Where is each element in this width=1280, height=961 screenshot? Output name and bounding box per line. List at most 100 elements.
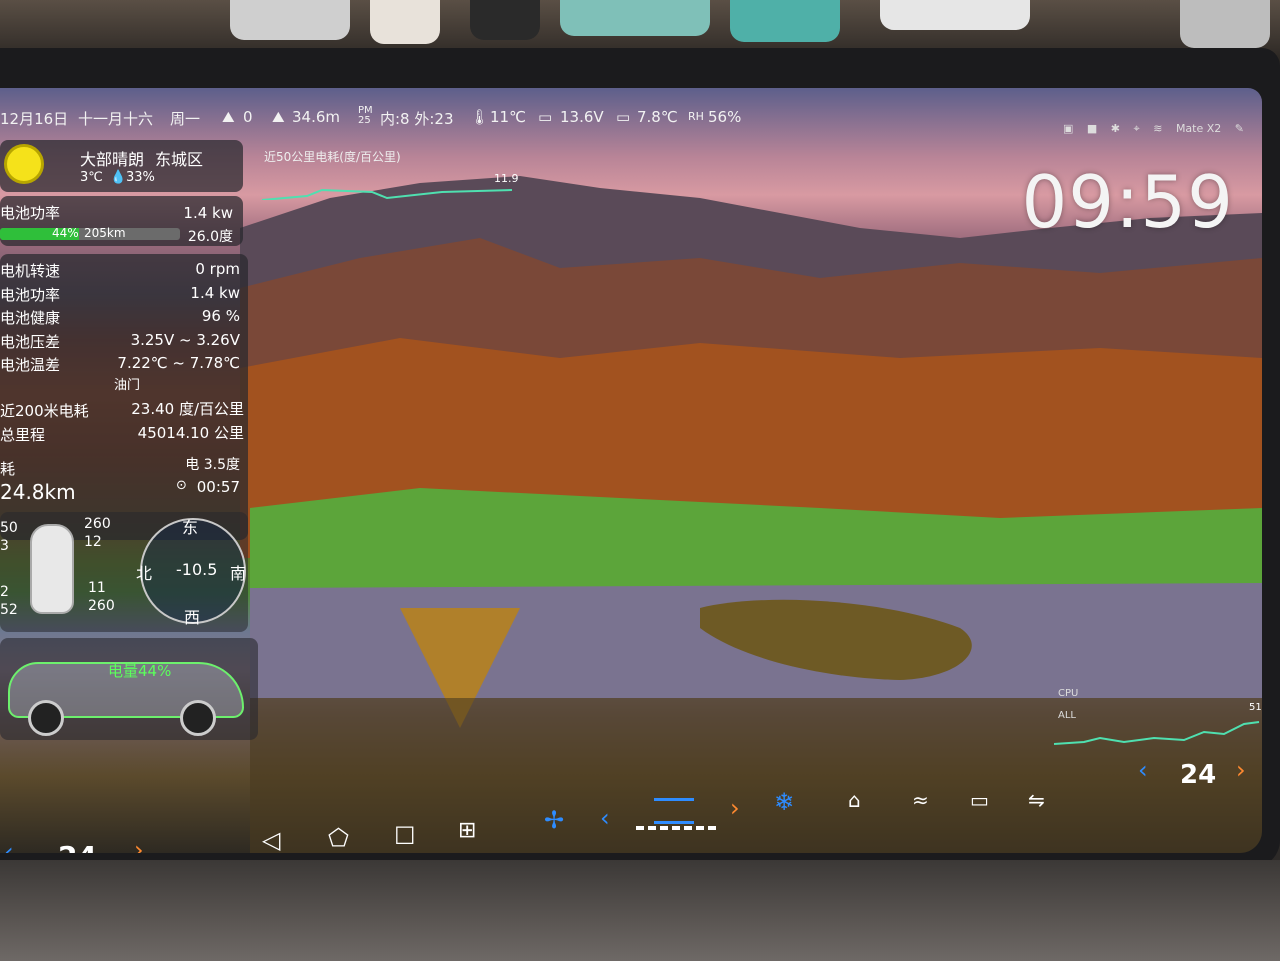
energy-chart-line	[262, 188, 513, 200]
home-icon[interactable]: ⬠	[328, 824, 349, 852]
apps-grid-icon[interactable]: ⊞	[458, 818, 476, 843]
left-temp-up-button[interactable]: ›	[134, 836, 144, 853]
infotainment-screen: 12月16日 十一月十六 周一 ⛰ 0 ⛰ 34.6m PM 25 内:8 外:2…	[0, 88, 1262, 853]
stat-value: 96 %	[201, 307, 240, 325]
bluetooth-icon[interactable]: ✱	[1111, 122, 1120, 135]
tire-value: 52	[0, 602, 18, 618]
stat-label: 电池温差	[0, 356, 61, 374]
air-circulation-icon[interactable]: ⇋	[1028, 788, 1045, 812]
trip-label: 耗	[0, 460, 16, 478]
rear-defog-icon[interactable]: ▭	[970, 788, 989, 812]
consumption-value: 23.40 度/百公里	[131, 400, 244, 418]
tire-value: 12	[84, 534, 102, 550]
fan-speed-bar	[636, 826, 716, 830]
right-temp-up-button[interactable]: ›	[1236, 756, 1246, 784]
dashboard-trim	[0, 860, 1280, 961]
fan-speed-down-button[interactable]: ‹	[600, 804, 610, 832]
battery-icon: ▭	[538, 108, 553, 126]
battery-card-power: 1.4 kw	[183, 204, 233, 222]
weather-condition: 大部晴朗	[80, 150, 145, 169]
edit-icon[interactable]: ✎	[1235, 122, 1244, 135]
droplet-icon: 💧	[110, 170, 127, 185]
wifi-icon[interactable]: ≋	[1153, 122, 1162, 135]
right-temp-value: 24	[1180, 760, 1217, 790]
altitude-text: 34.6m	[292, 108, 341, 126]
consumption-label: 总里程	[0, 426, 46, 444]
phone-name: Mate X2	[1175, 122, 1222, 135]
battery-range: 205km	[84, 226, 126, 240]
screen-record-icon[interactable]: ▣	[1063, 122, 1073, 135]
trip-duration: 00:57	[196, 478, 240, 496]
car-charge-card[interactable]: 电量44%	[0, 638, 258, 740]
toy-car	[730, 0, 840, 42]
humidity-text: 56%	[708, 108, 742, 126]
tire-value: 2	[0, 584, 9, 600]
tire-compass-panel: 50 3 260 12 2 52 11 260 东 南 西 北 -10.5	[0, 512, 248, 632]
phone-holder	[880, 0, 1030, 30]
stat-value: 7.22℃ ~ 7.78℃	[117, 354, 240, 372]
tire-value: 3	[0, 538, 9, 554]
toy-figure	[370, 0, 440, 44]
pm25-text: 内:8 外:23	[380, 110, 454, 128]
compass-heading: -10.5	[176, 560, 218, 579]
status-bar: 12月16日 十一月十六 周一 ⛰ 0 ⛰ 34.6m PM 25 内:8 外:2…	[0, 104, 1262, 136]
battery-card[interactable]: 电池功率 1.4 kw 44% 205km 26.0度	[0, 196, 243, 246]
clock: 09:59	[1021, 160, 1234, 244]
weather-card[interactable]: 大部晴朗 东城区 3℃ 💧 33%	[0, 140, 243, 192]
car-topview-icon	[30, 524, 74, 614]
stat-value: 3.25V ~ 3.26V	[130, 331, 240, 349]
ac-snowflake-icon[interactable]: ❄	[774, 788, 794, 816]
weather-temp: 3℃	[80, 170, 103, 185]
consumption-value: 45014.10 公里	[137, 424, 244, 442]
toy-figure	[470, 0, 540, 40]
car-charge-label: 电量44%	[108, 662, 172, 680]
pm25-icon: PM 25	[358, 105, 373, 126]
weather-district: 东城区	[155, 150, 204, 169]
sun-icon	[4, 144, 44, 184]
compass-south: 西	[184, 608, 201, 627]
location-icon[interactable]: ⌖	[1134, 122, 1140, 135]
cabin-temp: 7.8℃	[637, 108, 678, 126]
tire-value: 260	[88, 598, 115, 614]
stat-value: 0 rpm	[195, 260, 240, 278]
date-text: 12月16日	[0, 110, 69, 128]
left-temp-down-button[interactable]: ‹	[4, 838, 14, 853]
toy-figure	[1180, 0, 1270, 48]
front-defog-icon[interactable]: ≈	[912, 788, 929, 812]
fan-airflow-icon	[654, 798, 694, 824]
thermometer-icon: 🌡	[470, 108, 490, 126]
right-temp-down-button[interactable]: ‹	[1138, 756, 1148, 784]
stat-label: 电池功率	[0, 286, 61, 304]
windshield-defrost-icon[interactable]: ⌂	[848, 788, 861, 812]
back-icon[interactable]: ◁	[262, 826, 280, 853]
energy-chart-value: 11.9	[494, 172, 519, 185]
compass-west: 北	[136, 564, 153, 583]
compass-north: 东	[182, 518, 199, 537]
camera-icon[interactable]: ■	[1087, 122, 1097, 135]
tire-value: 50	[0, 520, 18, 536]
vehicle-stats-panel: 电机转速 0 rpm 电池功率 1.4 kw 电池健康 96 % 电池压差 3.…	[0, 254, 248, 540]
weekday-text: 周一	[170, 110, 201, 128]
fan-icon[interactable]: ✢	[544, 806, 564, 834]
left-temp-value: 24	[58, 840, 97, 853]
fan-speed-up-button[interactable]: ›	[730, 794, 740, 822]
stat-value: 1.4 kw	[190, 284, 240, 302]
trip-distance: 24.8km	[0, 480, 76, 504]
humidity-icon: RH	[688, 110, 704, 123]
outside-temp: 11℃	[490, 108, 526, 126]
system-icons: ▣ ■ ✱ ⌖ ≋ Mate X2 ✎	[1053, 122, 1244, 136]
mountain-count: 0	[243, 108, 253, 126]
wheel-icon	[180, 700, 216, 736]
cpu-chart-line	[1054, 721, 1260, 745]
battery-card-label: 电池功率	[0, 204, 61, 222]
cpu-chart-value: 51.9	[1249, 702, 1262, 713]
recents-icon[interactable]: ☐	[394, 822, 416, 850]
weather-humidity: 33%	[126, 170, 155, 185]
clock-icon: ⊙	[176, 478, 187, 493]
cabin-temp-icon: ▭	[616, 108, 631, 126]
toy-figure	[230, 0, 350, 40]
compass-dial: 东 南 西 北 -10.5	[136, 518, 246, 627]
energy-chart: 近50公里电耗(度/百公里) 11.9	[262, 148, 522, 200]
cpu-chart-label: CPU	[1058, 688, 1079, 699]
tire-value: 11	[88, 580, 106, 596]
